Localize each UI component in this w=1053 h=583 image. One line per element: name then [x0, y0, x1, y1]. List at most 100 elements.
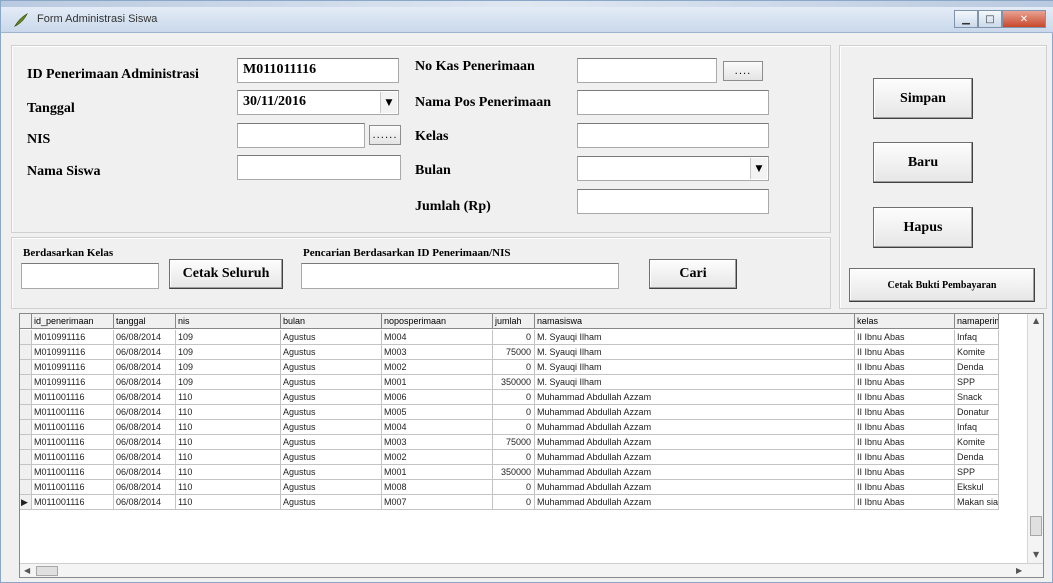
- table-cell[interactable]: M001: [382, 465, 493, 480]
- table-cell[interactable]: 75000: [493, 345, 535, 360]
- table-cell[interactable]: M010991116: [32, 330, 114, 345]
- table-cell[interactable]: M011001116: [32, 435, 114, 450]
- table-cell[interactable]: M003: [382, 435, 493, 450]
- table-cell[interactable]: Muhammad Abdullah Azzam: [535, 495, 855, 510]
- row-selector[interactable]: [20, 435, 32, 450]
- table-cell[interactable]: 350000: [493, 465, 535, 480]
- nis-lookup-button[interactable]: ......: [369, 125, 401, 145]
- no-kas-lookup-button[interactable]: ....: [723, 61, 763, 81]
- minimize-button[interactable]: ▁: [954, 10, 978, 28]
- table-cell[interactable]: 06/08/2014: [114, 375, 176, 390]
- table-row[interactable]: M011001116 06/08/2014 110 Agustus M001 350000…: [20, 465, 1043, 480]
- table-row[interactable]: M010991116 06/08/2014 109 Agustus M003 75000 M…: [20, 345, 1043, 360]
- no-kas-field[interactable]: [577, 58, 717, 83]
- column-header[interactable]: namasiswa: [535, 314, 855, 329]
- table-cell[interactable]: M002: [382, 360, 493, 375]
- table-row[interactable]: M011001116 06/08/2014 110 Agustus M006 0 Muham…: [20, 390, 1043, 405]
- table-cell[interactable]: 0: [493, 420, 535, 435]
- bulan-select[interactable]: ▼: [577, 156, 769, 181]
- table-cell[interactable]: 0: [493, 450, 535, 465]
- table-cell[interactable]: M001: [382, 375, 493, 390]
- table-cell[interactable]: M004: [382, 420, 493, 435]
- column-header[interactable]: noposperimaan: [382, 314, 493, 329]
- table-cell[interactable]: Muhammad Abdullah Azzam: [535, 480, 855, 495]
- column-header[interactable]: jumlah: [493, 314, 535, 329]
- table-cell[interactable]: 109: [176, 360, 281, 375]
- table-cell[interactable]: II Ibnu Abas: [855, 420, 955, 435]
- vertical-scrollbar[interactable]: ▲ ▼: [1027, 314, 1043, 563]
- table-cell[interactable]: M010991116: [32, 375, 114, 390]
- table-cell[interactable]: M011001116: [32, 450, 114, 465]
- close-button[interactable]: ✕: [1002, 10, 1046, 28]
- table-row[interactable]: ▶ M011001116 06/08/2014 110 Agustus M007 0 Muha…: [20, 495, 1043, 510]
- table-cell[interactable]: M011001116: [32, 390, 114, 405]
- table-cell[interactable]: Makan siang: [955, 495, 999, 510]
- title-bar[interactable]: Form Administrasi Siswa ▁ □ ✕: [1, 7, 1053, 33]
- table-cell[interactable]: II Ibnu Abas: [855, 405, 955, 420]
- table-cell[interactable]: Denda: [955, 450, 999, 465]
- row-selector[interactable]: [20, 465, 32, 480]
- cetak-seluruh-button[interactable]: Cetak Seluruh: [169, 259, 283, 289]
- horizontal-scroll-thumb[interactable]: [36, 566, 58, 576]
- table-cell[interactable]: 110: [176, 405, 281, 420]
- table-cell[interactable]: 110: [176, 495, 281, 510]
- maximize-button[interactable]: □: [978, 10, 1002, 28]
- table-cell[interactable]: Agustus: [281, 495, 382, 510]
- table-cell[interactable]: 06/08/2014: [114, 405, 176, 420]
- table-cell[interactable]: Infaq: [955, 330, 999, 345]
- table-cell[interactable]: 110: [176, 435, 281, 450]
- table-cell[interactable]: M011001116: [32, 420, 114, 435]
- table-cell[interactable]: M008: [382, 480, 493, 495]
- table-cell[interactable]: II Ibnu Abas: [855, 450, 955, 465]
- row-selector[interactable]: [20, 390, 32, 405]
- table-cell[interactable]: Komite: [955, 435, 999, 450]
- table-cell[interactable]: M005: [382, 405, 493, 420]
- table-cell[interactable]: Agustus: [281, 450, 382, 465]
- table-cell[interactable]: II Ibnu Abas: [855, 345, 955, 360]
- table-cell[interactable]: 06/08/2014: [114, 450, 176, 465]
- table-cell[interactable]: M011001116: [32, 480, 114, 495]
- table-cell[interactable]: 110: [176, 465, 281, 480]
- table-cell[interactable]: Agustus: [281, 375, 382, 390]
- table-cell[interactable]: Donatur: [955, 405, 999, 420]
- table-cell[interactable]: II Ibnu Abas: [855, 330, 955, 345]
- table-cell[interactable]: M011001116: [32, 405, 114, 420]
- table-cell[interactable]: M004: [382, 330, 493, 345]
- table-cell[interactable]: II Ibnu Abas: [855, 375, 955, 390]
- table-row[interactable]: M011001116 06/08/2014 110 Agustus M003 75000 M…: [20, 435, 1043, 450]
- column-header[interactable]: kelas: [855, 314, 955, 329]
- table-cell[interactable]: 06/08/2014: [114, 465, 176, 480]
- table-cell[interactable]: M002: [382, 450, 493, 465]
- table-cell[interactable]: 06/08/2014: [114, 420, 176, 435]
- table-cell[interactable]: 0: [493, 495, 535, 510]
- table-cell[interactable]: 06/08/2014: [114, 390, 176, 405]
- table-cell[interactable]: II Ibnu Abas: [855, 465, 955, 480]
- table-cell[interactable]: Snack: [955, 390, 999, 405]
- column-header[interactable]: bulan: [281, 314, 382, 329]
- table-cell[interactable]: M006: [382, 390, 493, 405]
- table-cell[interactable]: M010991116: [32, 360, 114, 375]
- kelas-field[interactable]: [577, 123, 769, 148]
- hapus-button[interactable]: Hapus: [873, 207, 973, 248]
- table-cell[interactable]: 06/08/2014: [114, 435, 176, 450]
- table-row[interactable]: M011001116 06/08/2014 110 Agustus M002 0 Muham…: [20, 450, 1043, 465]
- table-row[interactable]: M010991116 06/08/2014 109 Agustus M001 350000…: [20, 375, 1043, 390]
- table-row[interactable]: M011001116 06/08/2014 110 Agustus M008 0 Muham…: [20, 480, 1043, 495]
- table-cell[interactable]: 109: [176, 330, 281, 345]
- table-cell[interactable]: 350000: [493, 375, 535, 390]
- table-cell[interactable]: M010991116: [32, 345, 114, 360]
- row-selector[interactable]: [20, 330, 32, 345]
- row-selector[interactable]: [20, 480, 32, 495]
- table-cell[interactable]: M. Syauqi Ilham: [535, 375, 855, 390]
- table-cell[interactable]: II Ibnu Abas: [855, 360, 955, 375]
- table-cell[interactable]: Agustus: [281, 480, 382, 495]
- jumlah-field[interactable]: [577, 189, 769, 214]
- table-row[interactable]: M010991116 06/08/2014 109 Agustus M004 0 M. Sy…: [20, 330, 1043, 345]
- row-selector[interactable]: [20, 375, 32, 390]
- table-cell[interactable]: II Ibnu Abas: [855, 480, 955, 495]
- scroll-up-icon[interactable]: ▲: [1033, 316, 1039, 325]
- table-cell[interactable]: 06/08/2014: [114, 495, 176, 510]
- table-cell[interactable]: Agustus: [281, 390, 382, 405]
- table-cell[interactable]: SPP: [955, 375, 999, 390]
- table-cell[interactable]: Agustus: [281, 405, 382, 420]
